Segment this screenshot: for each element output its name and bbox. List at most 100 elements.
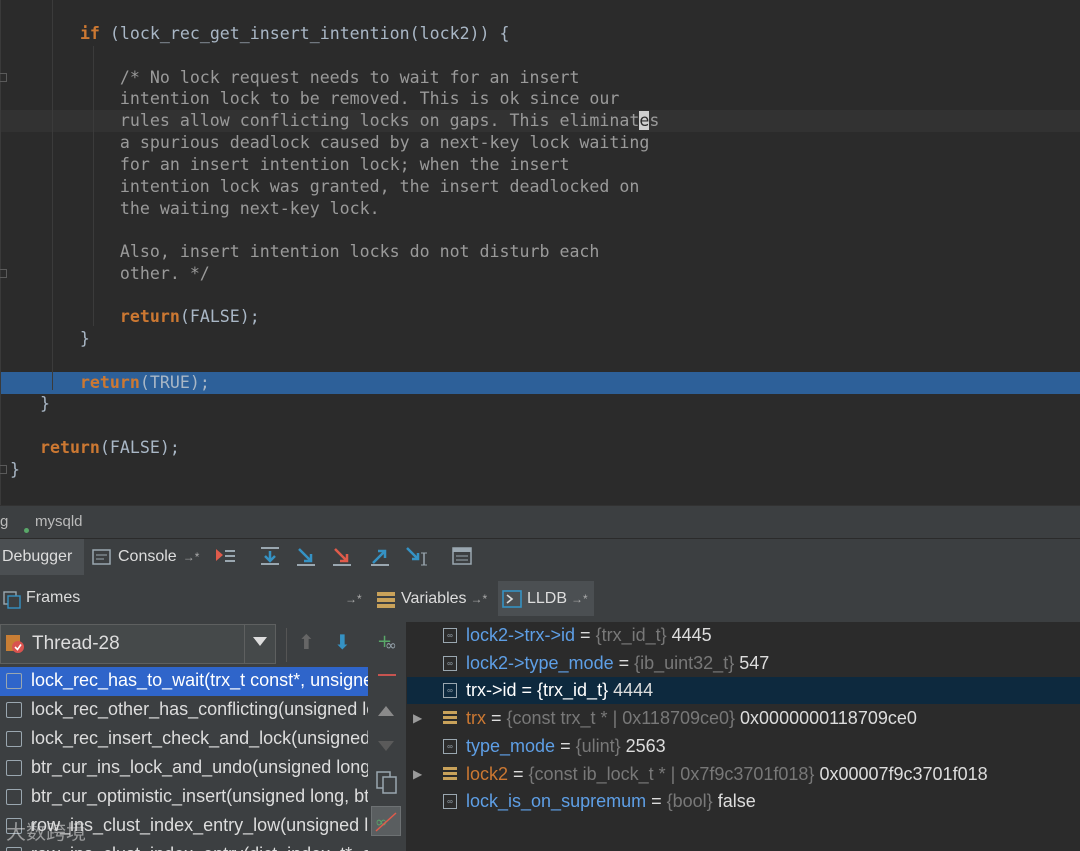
tab-debugger[interactable]: Debugger	[0, 539, 84, 575]
code-token: (FALSE);	[179, 307, 260, 326]
show-execution-point-icon[interactable]	[214, 545, 236, 567]
move-down-icon[interactable]	[378, 741, 394, 751]
evaluate-expression-icon[interactable]	[451, 545, 473, 567]
chevron-down-icon	[253, 637, 267, 646]
expand-arrow-icon[interactable]: ▶	[413, 711, 422, 725]
variable-row[interactable]: ∞ trx->id = {trx_id_t} 4444	[407, 677, 1080, 705]
variable-text: lock2->type_mode = {ib_uint32_t} 547	[466, 653, 769, 674]
svg-text:∞: ∞	[385, 638, 397, 654]
code-line[interactable]: return(TRUE);	[0, 372, 210, 394]
code-line[interactable]: return(FALSE);	[0, 306, 260, 328]
watch-icon: ∞	[443, 683, 457, 699]
stack-frame-icon	[6, 673, 22, 689]
move-up-icon[interactable]	[378, 706, 394, 716]
pin-frames-icon[interactable]: →*	[345, 592, 362, 606]
code-line[interactable]: }	[0, 328, 90, 350]
variable-value: 547	[739, 652, 770, 673]
process-name[interactable]: mysqld	[35, 513, 83, 530]
code-line[interactable]: intention lock was granted, the insert d…	[0, 176, 640, 198]
step-out-icon[interactable]	[369, 545, 391, 567]
expand-arrow-icon[interactable]: ▶	[413, 767, 422, 781]
code-line[interactable]: a spurious deadlock caused by a next-key…	[0, 132, 650, 154]
new-watch-icon[interactable]: +∞	[374, 628, 400, 654]
thread-selector[interactable]: Thread-28	[0, 624, 276, 664]
code-token: for an insert intention lock; when the i…	[0, 155, 570, 174]
variable-value: 4444	[613, 680, 654, 701]
code-line[interactable]: if (lock_rec_get_insert_intention(lock2)…	[0, 23, 510, 45]
frame-item[interactable]: lock_rec_other_has_conflicting(unsigned …	[0, 696, 368, 725]
force-step-into-icon[interactable]	[331, 545, 353, 567]
code-keyword: if	[79, 24, 100, 43]
variable-row[interactable]: ∞ lock2->trx->id = {trx_id_t} 4445	[407, 622, 1080, 649]
code-line[interactable]: intention lock to be removed. This is ok…	[0, 88, 620, 110]
code-token: (FALSE);	[99, 438, 180, 457]
code-line[interactable]: rules allow conflicting locks on gaps. T…	[0, 110, 659, 132]
variable-row[interactable]: ∞ lock_is_on_supremum = {bool} false	[407, 788, 1080, 815]
console-icon	[92, 549, 111, 565]
variable-value: 0x00007f9c3701f018	[819, 763, 988, 784]
variable-type: {ulint}	[575, 735, 621, 756]
thread-dropdown-button[interactable]	[244, 625, 275, 663]
variable-type: {bool}	[666, 791, 713, 812]
code-editor[interactable]: if (lock_rec_get_insert_intention(lock2)…	[0, 0, 1080, 505]
variable-row[interactable]: ▶ lock2 = {const ib_lock_t * | 0x7f9c3701…	[407, 761, 1080, 788]
frame-label: btr_cur_ins_lock_and_undo(unsigned long,…	[31, 757, 368, 777]
variable-name: type_mode	[466, 735, 556, 756]
variable-row[interactable]: ∞ lock2->type_mode = {ib_uint32_t} 547	[407, 650, 1080, 677]
code-line[interactable]: Also, insert intention locks do not dist…	[0, 241, 600, 263]
variable-name: lock2->type_mode	[466, 652, 614, 673]
code-line[interactable]: the waiting next-key lock.	[0, 198, 380, 220]
thread-suspended-icon	[6, 635, 24, 653]
code-line[interactable]: return(FALSE);	[0, 437, 180, 459]
variables-icon	[377, 591, 395, 608]
variable-text: type_mode = {ulint} 2563	[466, 736, 666, 757]
variable-row[interactable]: ▶ trx = {const trx_t * | 0x118709ce0} 0x0…	[407, 705, 1080, 732]
tab-console[interactable]: Console →*	[88, 539, 206, 575]
step-into-icon[interactable]	[295, 545, 317, 567]
variable-row[interactable]: ∞ type_mode = {ulint} 2563	[407, 733, 1080, 760]
tab-variables-label: Variables	[401, 589, 467, 607]
pin-lldb-icon[interactable]: →*	[571, 592, 588, 606]
pin-tab-icon[interactable]: →*	[183, 550, 200, 564]
run-to-cursor-icon[interactable]	[405, 545, 427, 567]
toggle-watches-button[interactable]: ∞	[371, 806, 401, 836]
watch-icon: ∞	[443, 794, 457, 810]
equals-sign: =	[575, 625, 596, 645]
stack-frame-icon	[6, 760, 22, 776]
tab-variables[interactable]: Variables →*	[368, 581, 496, 616]
pin-variables-icon[interactable]: →*	[471, 592, 488, 606]
code-line[interactable]: /* No lock request needs to wait for an …	[0, 67, 580, 89]
frame-label: btr_cur_optimistic_insert(unsigned long,…	[31, 786, 368, 806]
previous-frame-icon[interactable]: ⬆	[298, 630, 315, 655]
step-over-icon[interactable]	[259, 545, 281, 567]
stack-frame-icon	[6, 702, 22, 718]
variables-toolbar: + ∞ ∞	[368, 622, 407, 851]
next-frame-icon[interactable]: ⬇	[334, 630, 351, 655]
code-line[interactable]: }	[0, 393, 50, 415]
stack-frame-icon	[6, 731, 22, 747]
tab-lldb[interactable]: LLDB →*	[498, 581, 594, 616]
code-token: a spurious deadlock caused by a next-key…	[0, 133, 650, 152]
lldb-console-icon	[502, 589, 522, 608]
code-line[interactable]: }	[0, 459, 20, 481]
stack-frame-icon	[6, 789, 22, 805]
code-line[interactable]: for an insert intention lock; when the i…	[0, 154, 570, 176]
copy-icon[interactable]	[375, 770, 399, 796]
code-line[interactable]: other. */	[0, 263, 210, 285]
frame-item[interactable]: btr_cur_optimistic_insert(unsigned long,…	[0, 783, 368, 812]
watches-icon: ∞	[375, 812, 397, 832]
frame-label: lock_rec_other_has_conflicting(unsigned …	[31, 699, 368, 719]
frames-icon	[3, 591, 21, 609]
frame-item[interactable]: lock_rec_insert_check_and_lock(unsigned …	[0, 725, 368, 754]
frame-item[interactable]: btr_cur_ins_lock_and_undo(unsigned long,…	[0, 754, 368, 783]
field-icon	[443, 711, 457, 727]
tab-console-label: Console	[118, 548, 177, 565]
remove-watch-icon[interactable]	[378, 674, 396, 676]
variable-type: {const ib_lock_t * | 0x7f9c3701f018}	[528, 763, 815, 784]
frame-item[interactable]: lock_rec_has_to_wait(trx_t const*, unsig…	[0, 667, 368, 696]
code-keyword: return	[79, 373, 140, 392]
